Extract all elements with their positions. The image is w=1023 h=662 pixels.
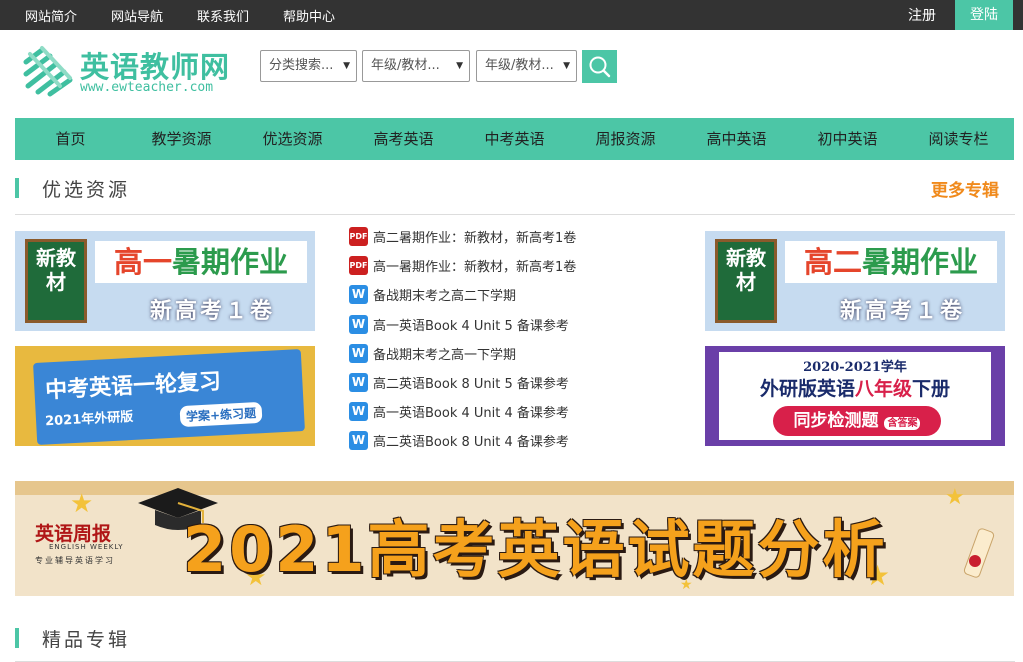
banner-title: 外研版英语八年级下册: [719, 374, 991, 401]
banner-badge: 同步检测题 含答案: [773, 406, 941, 436]
word-icon: W: [349, 431, 368, 450]
resource-title: 高一英语Book 4 Unit 5 备课参考: [373, 319, 569, 334]
resource-item[interactable]: W 高一英语Book 4 Unit 4 备课参考: [349, 402, 569, 422]
resource-title: 高一暑期作业：新教材，新高考1卷: [373, 260, 577, 275]
nav-weekly[interactable]: 周报资源: [570, 118, 681, 160]
pdf-icon: PDF: [349, 227, 368, 246]
banner-gaokao-analysis[interactable]: ★ ★ ★ ★ ★ 英语周报 ENGLISH WEEKLY 专业辅导英语学习 2…: [15, 481, 1014, 596]
resource-item[interactable]: W 备战期末考之高二下学期: [349, 285, 516, 305]
nav-zhongkao[interactable]: 中考英语: [459, 118, 570, 160]
section-header-premium: 精品专辑: [15, 620, 1015, 662]
banner-grade11-summer[interactable]: 新教材 高二暑期作业 新高考１卷: [705, 231, 1005, 331]
grade-select-1-value: 年级/教材...: [371, 58, 440, 73]
category-select[interactable]: 分类搜索... ▼: [260, 50, 357, 82]
word-icon: W: [349, 285, 368, 304]
search-button[interactable]: [582, 50, 617, 83]
nav-teaching-resources[interactable]: 教学资源: [126, 118, 237, 160]
section-bar: [15, 178, 19, 198]
english-weekly-logo: 英语周报 ENGLISH WEEKLY 专业辅导英语学习: [35, 519, 170, 567]
resource-title: 高二英语Book 8 Unit 5 备课参考: [373, 377, 569, 392]
grade-select-2[interactable]: 年级/教材... ▼: [476, 50, 577, 82]
word-icon: W: [349, 344, 368, 363]
grade-select-2-value: 年级/教材...: [485, 58, 554, 73]
resource-title: 高二暑期作业：新教材，新高考1卷: [373, 231, 577, 246]
nav-home[interactable]: 首页: [15, 118, 126, 160]
chevron-down-icon: ▼: [343, 61, 350, 71]
top-bar: 网站简介 网站导航 联系我们 帮助中心 注册 登陆: [0, 0, 1023, 30]
banner-waiyan-grade8[interactable]: 2020-2021学年 外研版英语八年级下册 同步检测题 含答案: [705, 346, 1005, 446]
nav-gaokao[interactable]: 高考英语: [348, 118, 459, 160]
resource-item[interactable]: W 高二英语Book 8 Unit 4 备课参考: [349, 431, 569, 451]
more-albums-link[interactable]: 更多专辑: [931, 176, 999, 201]
pdf-icon: PDF: [349, 256, 368, 275]
nav-senior-high[interactable]: 高中英语: [681, 118, 792, 160]
resource-title: 备战期末考之高二下学期: [373, 289, 517, 304]
nav-reading[interactable]: 阅读专栏: [903, 118, 1014, 160]
section-header-selected: 优选资源 更多专辑: [15, 170, 1015, 215]
banner-card: 2020-2021学年 外研版英语八年级下册 同步检测题 含答案: [719, 352, 991, 440]
logo-mark-icon: [23, 46, 73, 97]
site-logo[interactable]: 英语教师网 www.ewteacher.com: [20, 40, 260, 100]
banner-title: 高一暑期作业: [95, 241, 307, 283]
star-icon: ★: [70, 489, 94, 519]
link-contact[interactable]: 联系我们: [197, 6, 249, 25]
resource-item[interactable]: PDF 高一暑期作业：新教材，新高考1卷: [349, 256, 576, 276]
word-icon: W: [349, 315, 368, 334]
chalkboard-label: 新教材: [25, 239, 87, 323]
scroll-icon: [963, 528, 995, 578]
login-button[interactable]: 登陆: [955, 0, 1013, 30]
banner-title-main: 暑期作业: [862, 245, 979, 279]
banner-badge-tag: 含答案: [884, 417, 921, 430]
banner-subtitle: 新高考１卷: [150, 299, 276, 324]
banner-title-b: 八年级: [854, 378, 912, 400]
nav-selected-resources[interactable]: 优选资源: [237, 118, 348, 160]
logo-en: ENGLISH WEEKLY: [49, 543, 124, 551]
logo-url: www.ewteacher.com: [80, 80, 214, 95]
divider: [15, 214, 1015, 215]
grade-select-1[interactable]: 年级/教材... ▼: [362, 50, 470, 82]
word-icon: W: [349, 402, 368, 421]
word-icon: W: [349, 373, 368, 392]
logo-tag: 专业辅导英语学习: [35, 556, 115, 565]
link-about[interactable]: 网站简介: [25, 6, 77, 25]
resource-item[interactable]: W 高二英语Book 8 Unit 5 备课参考: [349, 373, 569, 393]
logo-cn: 英语周报: [35, 523, 112, 545]
chevron-down-icon: ▼: [563, 61, 570, 71]
banner-badge-text: 同步检测题: [793, 411, 879, 431]
resource-item[interactable]: PDF 高二暑期作业：新教材，新高考1卷: [349, 227, 576, 247]
section-bar: [15, 628, 19, 648]
resource-title: 高一英语Book 4 Unit 4 备课参考: [373, 406, 569, 421]
section-title: 精品专辑: [42, 629, 131, 651]
banner-grade10-summer[interactable]: 新教材 高一暑期作业 新高考１卷: [15, 231, 315, 331]
resource-item[interactable]: W 高一英语Book 4 Unit 5 备课参考: [349, 315, 569, 335]
banner-title-grade: 高二: [803, 245, 862, 279]
banner-title: 高二暑期作业: [785, 241, 997, 283]
banner-title-a: 外研版英语: [759, 378, 855, 400]
chevron-down-icon: ▼: [456, 61, 463, 71]
section-title: 优选资源: [42, 179, 131, 201]
banner-subtitle: 新高考１卷: [840, 299, 966, 324]
banner-title: 2021高考英语试题分析: [183, 513, 888, 586]
search-icon: [589, 56, 611, 78]
banner-tag: 学案+练习题: [179, 401, 263, 428]
main-nav: 首页 教学资源 优选资源 高考英语 中考英语 周报资源 高中英语 初中英语 阅读…: [15, 118, 1014, 160]
banner-title-main: 暑期作业: [172, 245, 289, 279]
resource-title: 高二英语Book 8 Unit 4 备课参考: [373, 435, 569, 450]
banner-zhongkao-review[interactable]: 中考英语一轮复习 2021年外研版 学案+练习题: [15, 346, 315, 446]
category-select-value: 分类搜索...: [269, 58, 334, 73]
link-site-nav[interactable]: 网站导航: [111, 6, 163, 25]
resource-title: 备战期末考之高一下学期: [373, 348, 517, 363]
nav-junior-high[interactable]: 初中英语: [792, 118, 903, 160]
banner-title-c: 下册: [912, 378, 951, 400]
chalkboard-label: 新教材: [715, 239, 777, 323]
register-link[interactable]: 注册: [908, 5, 936, 25]
banner-title-grade: 高一: [113, 245, 172, 279]
resource-item[interactable]: W 备战期末考之高一下学期: [349, 344, 516, 364]
banner-year: 2020-2021学年: [803, 360, 907, 375]
link-help[interactable]: 帮助中心: [283, 6, 335, 25]
star-icon: ★: [945, 485, 965, 510]
